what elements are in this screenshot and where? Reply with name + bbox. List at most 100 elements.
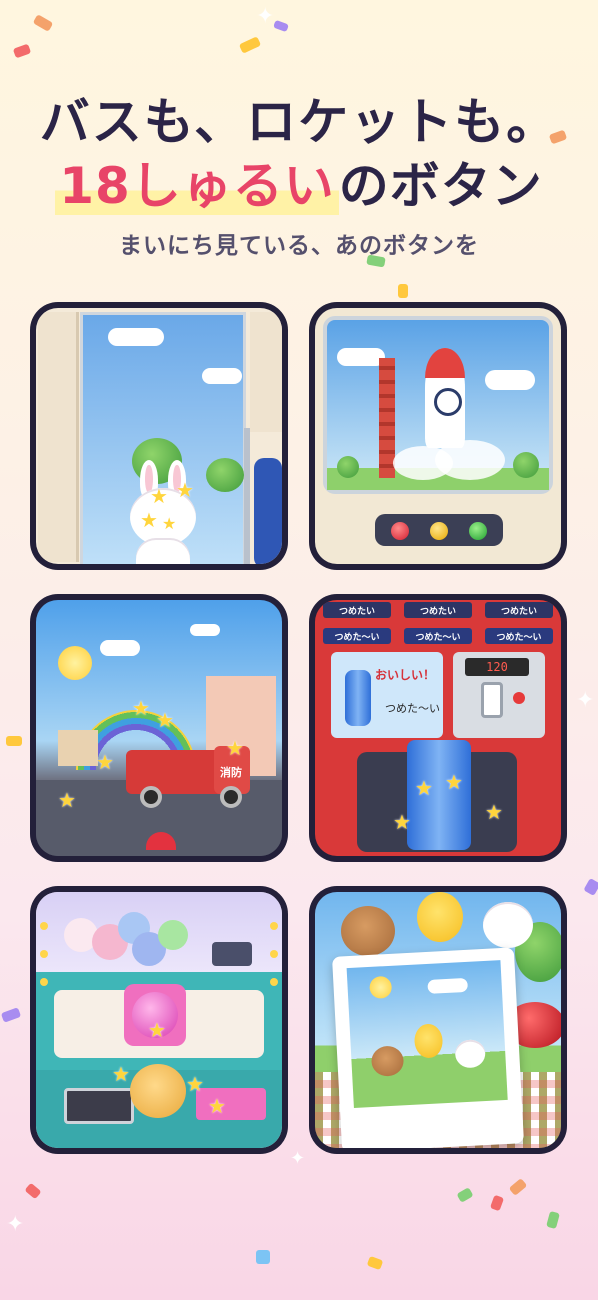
cloud-icon bbox=[202, 368, 242, 384]
confetti bbox=[398, 284, 408, 298]
tree-icon bbox=[337, 456, 359, 478]
star-icon: ★ bbox=[156, 708, 174, 732]
star-icon: ★ bbox=[393, 810, 411, 834]
vending-machine-scene-tile[interactable]: つめたい つめたい つめたい つめた〜い つめた〜い つめた〜い おいしい！ つ… bbox=[309, 594, 567, 862]
sparkle-icon: ✦ bbox=[290, 1148, 306, 1169]
drink-can-icon bbox=[345, 670, 371, 726]
confetti bbox=[256, 1250, 270, 1264]
bus-wall bbox=[38, 312, 79, 562]
star-icon: ★ bbox=[176, 478, 194, 502]
star-icon: ★ bbox=[186, 1072, 204, 1096]
star-icon: ★ bbox=[208, 1094, 226, 1118]
drink-labels-top: つめたい つめたい つめたい bbox=[323, 602, 553, 618]
tree-icon bbox=[513, 452, 539, 478]
star-icon: ★ bbox=[226, 736, 244, 760]
bear-plush-icon bbox=[158, 920, 188, 950]
fire-truck-scene-tile[interactable]: 消防 ★ ★ ★ ★ ★ bbox=[30, 594, 288, 862]
star-icon: ★ bbox=[485, 800, 503, 824]
drink-label: つめた〜い bbox=[404, 628, 472, 644]
cloud-icon bbox=[190, 624, 220, 636]
product-slogan: おいしい！ bbox=[375, 668, 436, 682]
coin-slot[interactable] bbox=[481, 682, 503, 718]
cloud-icon bbox=[427, 977, 469, 994]
bear-plush-icon bbox=[130, 1064, 186, 1118]
headline-line1: バスも、ロケットも。 bbox=[39, 93, 559, 151]
claw-machine-scene: ★ ★ ★ ★ bbox=[36, 892, 282, 1148]
sun-icon bbox=[369, 975, 393, 999]
bulb-icon bbox=[40, 922, 48, 930]
bulb-icon bbox=[270, 950, 278, 958]
headline-line2-rest: のボタン bbox=[338, 157, 543, 215]
bulb-icon bbox=[270, 922, 278, 930]
bunny-character bbox=[454, 1039, 486, 1069]
prize-door bbox=[196, 1088, 266, 1120]
bus-scene-tile[interactable]: ★ ★ ★ ★ bbox=[30, 302, 288, 570]
sun-icon bbox=[58, 646, 92, 680]
box-icon bbox=[212, 942, 252, 966]
vending-machine-scene: つめたい つめたい つめたい つめた〜い つめた〜い つめた〜い おいしい！ つ… bbox=[315, 600, 561, 856]
headline-line2: 18しゅるいのボタン bbox=[0, 146, 598, 218]
rocket-scene bbox=[315, 308, 561, 564]
drink-label: つめた〜い bbox=[323, 628, 391, 644]
star-icon: ★ bbox=[148, 1018, 166, 1042]
chick-character bbox=[413, 1023, 444, 1059]
return-knob[interactable] bbox=[513, 692, 525, 704]
star-icon: ★ bbox=[415, 776, 433, 800]
drink-label: つめたい bbox=[323, 602, 391, 618]
confetti bbox=[12, 43, 32, 59]
bus-scene: ★ ★ ★ ★ bbox=[36, 308, 282, 564]
star-icon: ★ bbox=[162, 514, 177, 533]
star-icon: ★ bbox=[132, 696, 150, 720]
claw-machine-scene-tile[interactable]: ★ ★ ★ ★ bbox=[30, 886, 288, 1154]
headline-subtitle: まいにち見ている、あのボタンを bbox=[119, 233, 479, 259]
chick-character bbox=[417, 892, 463, 942]
bunny-character bbox=[483, 902, 533, 948]
bulb-icon bbox=[270, 978, 278, 986]
yellow-lamp-button[interactable] bbox=[430, 522, 448, 540]
confetti bbox=[32, 14, 54, 32]
bus-pole bbox=[244, 428, 250, 564]
bus-seat bbox=[254, 458, 282, 564]
sparkle-icon: ✦ bbox=[6, 1212, 25, 1237]
star-icon: ★ bbox=[445, 770, 463, 794]
bulb-icon bbox=[40, 978, 48, 986]
confetti bbox=[456, 1187, 474, 1203]
rocket-window-icon bbox=[434, 388, 462, 416]
star-icon: ★ bbox=[112, 1062, 130, 1086]
star-icon: ★ bbox=[58, 788, 76, 812]
bus-wall bbox=[250, 312, 282, 432]
photo-scene-tile[interactable] bbox=[309, 886, 567, 1154]
confetti bbox=[238, 36, 262, 54]
smoke bbox=[435, 440, 505, 480]
wheel bbox=[220, 786, 242, 808]
cloud-icon bbox=[100, 640, 140, 656]
drink-labels: つめた〜い つめた〜い つめた〜い bbox=[323, 628, 553, 644]
confetti bbox=[546, 1210, 560, 1230]
green-lamp-button[interactable] bbox=[469, 522, 487, 540]
confetti bbox=[273, 19, 289, 33]
red-lamp-button[interactable] bbox=[391, 522, 409, 540]
bear-character bbox=[370, 1045, 405, 1077]
price-display: 120 bbox=[465, 658, 529, 676]
cloud-icon bbox=[108, 328, 164, 346]
fire-truck-label: 消防 bbox=[220, 766, 242, 779]
drink-label: つめたい bbox=[404, 602, 472, 618]
confetti bbox=[508, 1178, 528, 1196]
rocket-scene-tile[interactable] bbox=[309, 302, 567, 570]
sparkle-icon: ✦ bbox=[576, 688, 595, 713]
prize-slot bbox=[64, 1088, 134, 1124]
photo-print bbox=[331, 947, 525, 1148]
confetti bbox=[489, 1194, 505, 1212]
confetti bbox=[583, 877, 598, 897]
bulb-icon bbox=[40, 950, 48, 958]
bear-character bbox=[341, 906, 395, 956]
cloud-icon bbox=[337, 348, 385, 366]
confetti bbox=[6, 736, 22, 746]
photo-scene bbox=[315, 892, 561, 1148]
house bbox=[58, 730, 98, 766]
confetti bbox=[366, 1255, 384, 1271]
wheel bbox=[140, 786, 162, 808]
headline-highlight: 18しゅるい bbox=[55, 157, 339, 215]
drink-label: つめたい bbox=[485, 602, 553, 618]
drink-label: つめた〜い bbox=[485, 628, 553, 644]
